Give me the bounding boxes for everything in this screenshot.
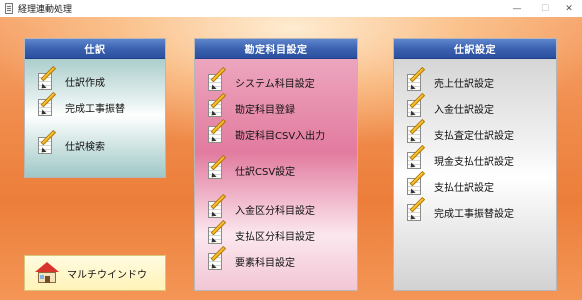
deposit-journal-settings-button[interactable]: 入金仕訳設定 xyxy=(406,92,494,118)
panel-journal-settings: 仕訳設定 売上仕訳設定 入金仕訳設定 支払査定仕訳設定 現金支払仕訳設定 支払仕… xyxy=(393,38,557,291)
pencil-notepad-icon xyxy=(207,219,227,245)
pencil-notepad-icon xyxy=(406,170,426,196)
multi-window-label: マルチウインドウ xyxy=(67,269,147,281)
pencil-notepad-icon xyxy=(207,245,227,271)
pencil-notepad-icon xyxy=(37,65,57,91)
pencil-notepad-icon xyxy=(207,118,227,144)
account-register-button[interactable]: 勘定科目登録 xyxy=(207,92,295,118)
journal-search-button[interactable]: 仕訳検索 xyxy=(37,129,105,155)
minimize-button[interactable]: — xyxy=(502,0,532,17)
element-account-settings-button[interactable]: 要素科目設定 xyxy=(207,245,295,271)
window-title: 経理連動処理 xyxy=(18,5,73,15)
pencil-notepad-icon xyxy=(37,91,57,117)
pencil-notepad-icon xyxy=(37,129,57,155)
pencil-notepad-icon xyxy=(406,118,426,144)
document-icon xyxy=(4,2,14,15)
panel-journal-settings-header: 仕訳設定 xyxy=(394,39,556,59)
house-icon xyxy=(35,262,59,284)
account-csv-io-button[interactable]: 勘定科目CSV入出力 xyxy=(207,118,325,144)
pencil-notepad-icon xyxy=(207,193,227,219)
journal-csv-settings-button[interactable]: 仕訳CSV設定 xyxy=(207,154,295,180)
panel-account-settings-header: 勘定科目設定 xyxy=(195,39,357,59)
pencil-notepad-icon xyxy=(406,144,426,170)
panel-journal: 仕訳 仕訳作成 完成工事振替 仕訳検索 xyxy=(24,38,166,178)
close-button[interactable]: ✕ xyxy=(554,0,582,17)
pencil-notepad-icon xyxy=(406,66,426,92)
main-area: 仕訳 仕訳作成 完成工事振替 仕訳検索 勘定科目設定 システム科目設定 勘定科目… xyxy=(0,17,582,300)
panel-journal-header: 仕訳 xyxy=(25,39,165,59)
pencil-notepad-icon xyxy=(406,92,426,118)
multi-window-button[interactable]: マルチウインドウ xyxy=(24,255,166,291)
pencil-notepad-icon xyxy=(207,154,227,180)
payment-journal-settings-button[interactable]: 支払仕訳設定 xyxy=(406,170,494,196)
system-account-settings-button[interactable]: システム科目設定 xyxy=(207,66,315,92)
payment-category-account-button[interactable]: 支払区分科目設定 xyxy=(207,219,315,245)
sales-journal-settings-button[interactable]: 売上仕訳設定 xyxy=(406,66,494,92)
payment-assessment-journal-settings-button[interactable]: 支払査定仕訳設定 xyxy=(406,118,514,144)
completed-work-transfer-button[interactable]: 完成工事振替 xyxy=(37,91,125,117)
deposit-category-account-button[interactable]: 入金区分科目設定 xyxy=(207,193,315,219)
journal-create-button[interactable]: 仕訳作成 xyxy=(37,65,105,91)
panel-account-settings: 勘定科目設定 システム科目設定 勘定科目登録 勘定科目CSV入出力 仕訳CSV設… xyxy=(194,38,358,291)
cash-payment-journal-settings-button[interactable]: 現金支払仕訳設定 xyxy=(406,144,514,170)
pencil-notepad-icon xyxy=(207,66,227,92)
pencil-notepad-icon xyxy=(406,196,426,222)
pencil-notepad-icon xyxy=(207,92,227,118)
title-bar: 経理連動処理 — ☐ ✕ xyxy=(0,0,582,17)
completed-work-transfer-settings-button[interactable]: 完成工事振替設定 xyxy=(406,196,514,222)
